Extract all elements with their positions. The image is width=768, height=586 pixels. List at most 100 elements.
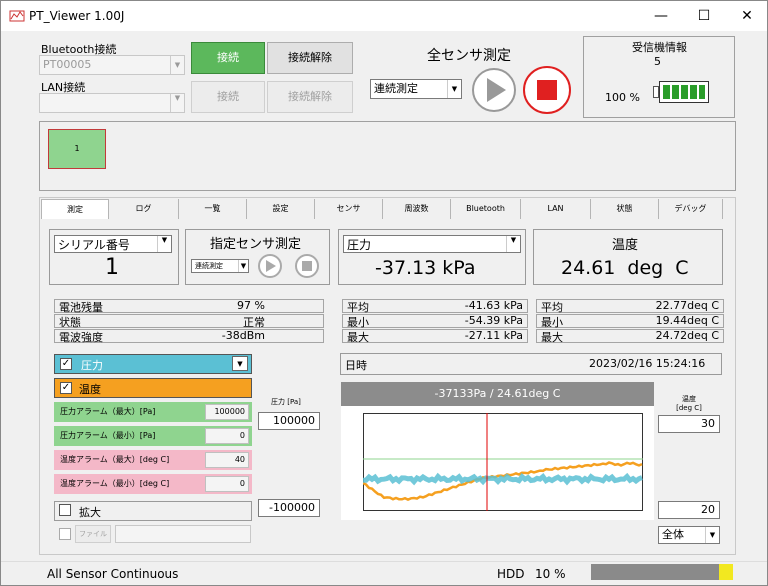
alarm-label: 圧力アラーム（最小）[Pa] xyxy=(60,431,156,440)
alarm-value-input[interactable]: 0 xyxy=(205,476,249,492)
title-bar: PT_Viewer 1.00J — ☐ ✕ xyxy=(1,1,767,31)
file-checkbox[interactable] xyxy=(59,528,71,540)
file-path-field[interactable] xyxy=(115,525,251,543)
pressure-stat-value: -27.11 kPa xyxy=(464,329,523,342)
stop-icon[interactable] xyxy=(521,65,573,115)
alarm-label: 温度アラーム（最小）[deg C] xyxy=(60,479,170,488)
sensor-info-value: 正常 xyxy=(243,316,265,329)
pressure-value: -37.13 kPa xyxy=(375,257,476,279)
maximize-button[interactable]: ☐ xyxy=(684,5,724,27)
sensor-info-row: 電池残量 97 % xyxy=(54,299,324,314)
specific-stop-icon[interactable] xyxy=(293,253,321,279)
sensor-tile[interactable]: 1 xyxy=(48,129,106,169)
lan-device-select[interactable]: ▼ xyxy=(39,93,185,113)
chevron-down-icon: ▼ xyxy=(157,236,171,252)
serial-select[interactable]: シリアル番号 ▼ xyxy=(54,235,172,253)
pressure-select[interactable]: 圧力 ▼ xyxy=(343,235,521,253)
file-button[interactable]: ファイル xyxy=(75,525,111,543)
tab-4[interactable]: センサ xyxy=(315,199,383,219)
lan-disconnect-button[interactable]: 接続解除 xyxy=(267,81,353,113)
temperature-axis-label: 温度 [deg C] xyxy=(676,395,702,412)
specific-mode-select[interactable]: 連続測定 ▼ xyxy=(191,259,249,273)
sensor-info-row: 電波強度 -38dBm xyxy=(54,329,324,344)
chevron-down-icon: ▼ xyxy=(232,356,248,371)
temperature-min-input[interactable]: 20 xyxy=(658,501,720,519)
hdd-label: HDD xyxy=(497,567,525,581)
specific-play-icon[interactable] xyxy=(256,253,284,279)
datetime-value: 2023/02/16 15:24:16 xyxy=(589,357,706,370)
chevron-down-icon: ▼ xyxy=(170,94,184,112)
alarm-value-input[interactable]: 40 xyxy=(205,452,249,468)
alarm-label: 温度アラーム（最大）[deg C] xyxy=(60,455,170,464)
pressure-stat-row: 最小 -54.39 kPa xyxy=(342,314,528,329)
alarm-label: 圧力アラーム（最大）[Pa] xyxy=(60,407,156,416)
alarm-row: 圧力アラーム（最大）[Pa] 100000 xyxy=(54,402,252,422)
sensor-info-value: 97 % xyxy=(237,299,265,312)
alarm-value-input[interactable]: 100000 xyxy=(205,404,249,420)
minimize-button[interactable]: — xyxy=(641,5,681,27)
alarm-value-input[interactable]: 0 xyxy=(205,428,249,444)
pressure-series-checkbox[interactable]: ✓ xyxy=(60,358,72,370)
sensor-info-label: 電池残量 xyxy=(59,301,103,314)
pressure-stat-label: 最大 xyxy=(347,331,369,344)
play-icon[interactable] xyxy=(469,67,519,113)
alarm-row: 温度アラーム（最小）[deg C] 0 xyxy=(54,474,252,494)
lan-connect-button[interactable]: 接続 xyxy=(191,81,265,113)
alarm-row: 圧力アラーム（最小）[Pa] 0 xyxy=(54,426,252,446)
graph-range-select[interactable]: 全体 ▼ xyxy=(658,526,720,544)
temperature-stat-label: 最小 xyxy=(541,316,563,329)
tab-3[interactable]: 設定 xyxy=(247,199,315,219)
hdd-usage-fill xyxy=(718,564,733,580)
temperature-max-input[interactable]: 30 xyxy=(658,415,720,433)
temperature-label: 温度 xyxy=(612,238,639,253)
zoom-checkbox[interactable] xyxy=(59,504,71,516)
temperature-stat-label: 平均 xyxy=(541,301,563,314)
pressure-max-input[interactable]: 100000 xyxy=(258,412,320,430)
serial-value: 1 xyxy=(105,255,119,280)
all-measure-title: 全センサ測定 xyxy=(427,48,511,64)
chevron-down-icon: ▼ xyxy=(238,260,248,272)
tab-5[interactable]: 周波数 xyxy=(383,199,451,219)
close-button[interactable]: ✕ xyxy=(727,5,767,27)
tab-6[interactable]: Bluetooth xyxy=(451,199,521,219)
temperature-stat-row: 最大 24.72deq C xyxy=(536,329,724,344)
specific-measure-title: 指定センサ測定 xyxy=(210,237,302,252)
tab-9[interactable]: デバッグ xyxy=(659,199,723,219)
battery-icon xyxy=(659,81,709,103)
temperature-series-checkbox[interactable]: ✓ xyxy=(60,382,72,394)
receiver-battery-text: 100 % xyxy=(605,91,640,104)
sensor-info-value: -38dBm xyxy=(221,329,265,342)
bluetooth-device-select[interactable]: PT00005 ▼ xyxy=(39,55,185,75)
tab-0[interactable]: 測定 xyxy=(41,199,109,219)
receiver-title: 受信機情報 xyxy=(632,41,687,54)
pressure-axis-label: 圧力 [Pa] xyxy=(271,398,301,406)
bluetooth-connect-button[interactable]: 接続 xyxy=(191,42,265,74)
tab-2[interactable]: 一覧 xyxy=(179,199,247,219)
pressure-min-input[interactable]: -100000 xyxy=(258,499,320,517)
sensor-info-row: 状態 正常 xyxy=(54,314,324,329)
pressure-stat-label: 最小 xyxy=(347,316,369,329)
temperature-stat-label: 最大 xyxy=(541,331,563,344)
bluetooth-disconnect-button[interactable]: 接続解除 xyxy=(267,42,353,74)
battery-fill xyxy=(663,85,705,99)
all-measure-mode-select[interactable]: 連続測定 ▼ xyxy=(370,79,462,99)
hdd-usage-bar xyxy=(591,564,733,580)
tab-1[interactable]: ログ xyxy=(109,199,179,219)
chevron-down-icon: ▼ xyxy=(447,80,461,98)
sensor-tiles-panel xyxy=(39,121,736,191)
sensor-info-label: 状態 xyxy=(59,316,81,329)
main-window: PT_Viewer 1.00J — ☐ ✕ Bluetooth 接続 PT0000… xyxy=(0,0,768,586)
chevron-down-icon: ▼ xyxy=(506,236,520,252)
pressure-stat-row: 最大 -27.11 kPa xyxy=(342,329,528,344)
tab-8[interactable]: 状態 xyxy=(591,199,659,219)
pressure-stat-value: -41.63 kPa xyxy=(464,299,523,312)
receiver-count: 5 xyxy=(654,55,661,68)
status-mode: All Sensor Continuous xyxy=(47,567,179,581)
tab-7[interactable]: LAN xyxy=(521,199,591,219)
hdd-value: 10 % xyxy=(535,567,566,581)
pressure-stat-row: 平均 -41.63 kPa xyxy=(342,299,528,314)
alarm-row: 温度アラーム（最大）[deg C] 40 xyxy=(54,450,252,470)
graph-header: -37133Pa / 24.61deg C xyxy=(341,382,654,406)
temperature-stat-value: 19.44deq C xyxy=(655,314,719,327)
sensor-info-label: 電波強度 xyxy=(59,331,103,344)
